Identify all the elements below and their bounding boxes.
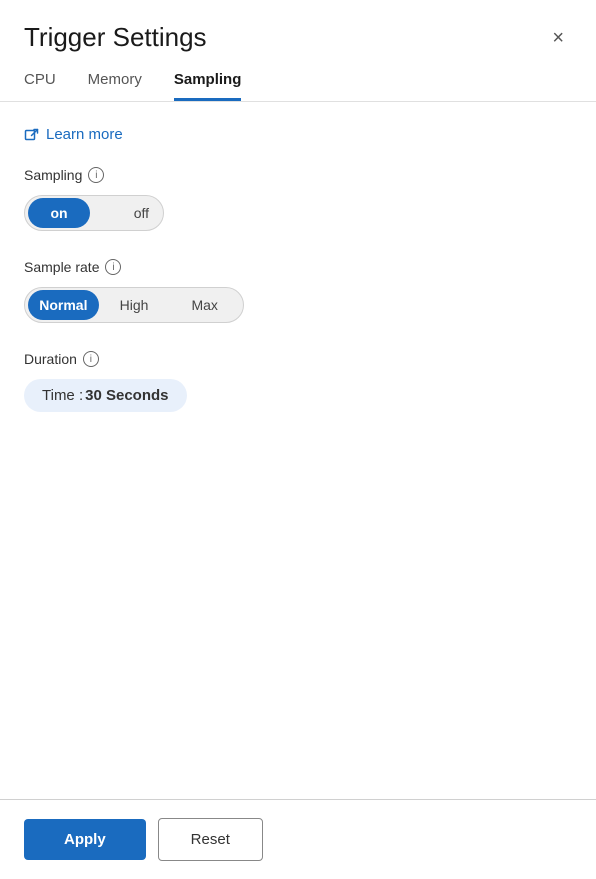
sample-rate-section: Sample rate i Normal High Max [24,259,572,323]
duration-prefix: Time : [42,387,83,404]
sample-rate-label: Sample rate [24,259,99,275]
sampling-label-row: Sampling i [24,167,572,183]
duration-value: 30 Seconds [85,387,168,404]
rate-max-button[interactable]: Max [169,290,240,320]
learn-more-link[interactable]: Learn more [24,126,572,143]
dialog-header: Trigger Settings × [0,0,596,53]
sampling-section: Sampling i on off [24,167,572,231]
sample-rate-label-row: Sample rate i [24,259,572,275]
rate-selector: Normal High Max [24,287,244,323]
close-button[interactable]: × [544,24,572,52]
duration-label: Duration [24,351,77,367]
duration-label-row: Duration i [24,351,572,367]
duration-badge[interactable]: Time : 30 Seconds [24,379,187,412]
rate-normal-button[interactable]: Normal [28,290,99,320]
apply-button[interactable]: Apply [24,819,146,860]
sampling-info-icon[interactable]: i [88,167,104,183]
dialog-title: Trigger Settings [24,22,207,53]
dialog-footer: Apply Reset [0,799,596,879]
sampling-toggle[interactable]: on off [24,195,164,231]
tab-cpu[interactable]: CPU [24,71,56,101]
trigger-settings-dialog: Trigger Settings × CPU Memory Sampling L… [0,0,596,879]
toggle-on-label: on [28,198,90,228]
toggle-off-label: off [134,205,149,221]
sample-rate-info-icon[interactable]: i [105,259,121,275]
tabs-container: CPU Memory Sampling [0,53,596,102]
duration-info-icon[interactable]: i [83,351,99,367]
tab-memory[interactable]: Memory [88,71,142,101]
tab-sampling[interactable]: Sampling [174,71,242,101]
reset-button[interactable]: Reset [158,818,263,861]
duration-section: Duration i Time : 30 Seconds [24,351,572,412]
learn-more-label: Learn more [46,126,123,143]
content-area: Learn more Sampling i on off Sample rate… [0,102,596,799]
rate-high-button[interactable]: High [99,290,170,320]
external-link-icon [24,127,40,143]
sampling-label: Sampling [24,167,82,183]
